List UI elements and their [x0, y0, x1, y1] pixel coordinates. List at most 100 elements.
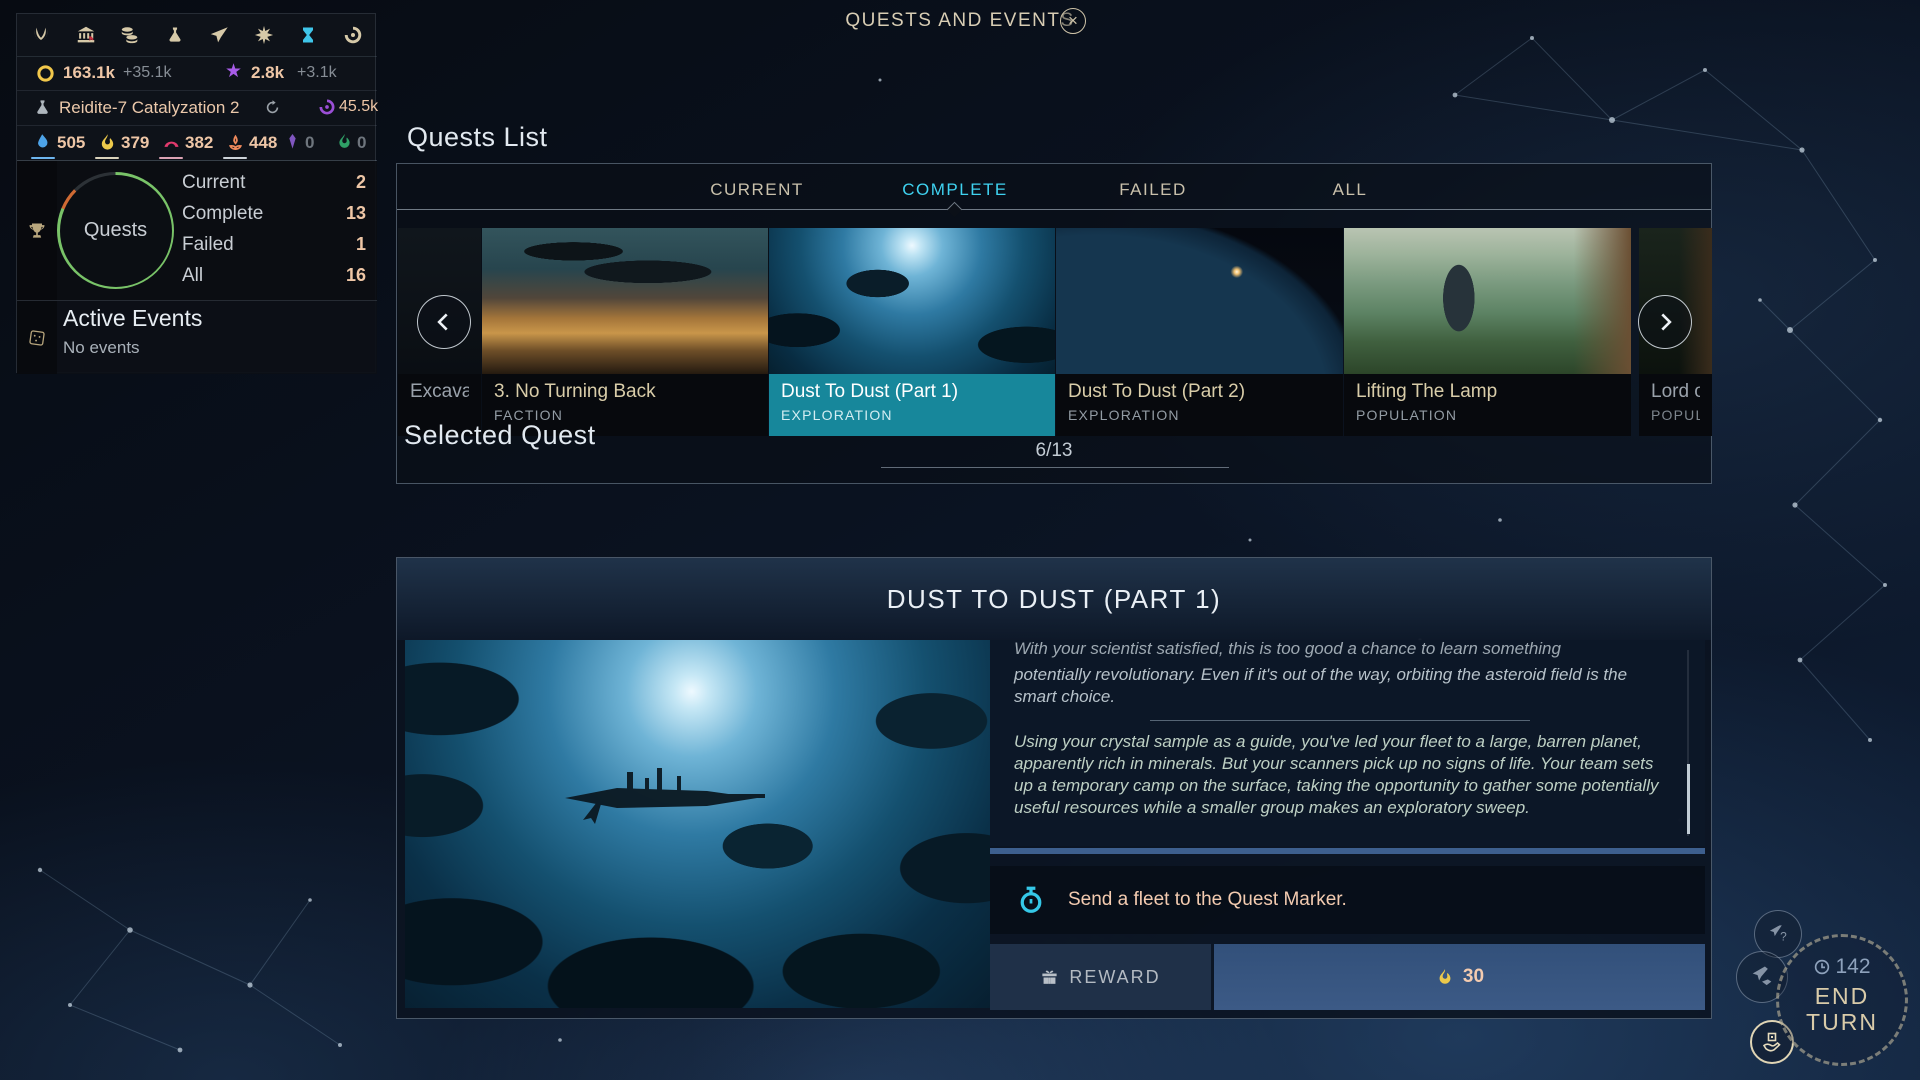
quest-description[interactable]: With your scientist satisfied, this is t… — [990, 640, 1705, 846]
dice-icon — [26, 327, 48, 349]
hyperium-flame-icon — [1435, 967, 1455, 987]
carousel-right-button[interactable] — [1638, 295, 1692, 349]
quest-filter-failed[interactable]: Failed 1 — [182, 229, 366, 260]
reward-button[interactable]: REWARD — [990, 944, 1211, 1010]
quest-filter-rows: Current 2 Complete 13 Failed 1 All 16 — [182, 167, 366, 291]
quest-card-thumbnail — [1056, 228, 1343, 374]
quest-description-clipped-line: With your scientist satisfied, this is t… — [1014, 640, 1665, 660]
ship-silhouette-icon — [557, 758, 767, 828]
wreath-icon[interactable] — [29, 23, 53, 47]
selected-quest-title: DUST TO DUST (PART 1) — [887, 584, 1221, 615]
science-alt-swirl-icon — [317, 97, 337, 117]
stopwatch-icon — [1016, 885, 1046, 915]
quest-filter-count: 2 — [356, 172, 366, 193]
dust-delta: +35.1k — [123, 64, 171, 82]
quadrinix-icon — [283, 132, 302, 151]
tab-failed[interactable]: FAILED — [1119, 180, 1187, 200]
active-events-title: Active Events — [63, 305, 202, 332]
influence-delta: +3.1k — [297, 64, 337, 82]
quests-list-heading: Quests List — [407, 122, 548, 153]
research-label[interactable]: Reidite-7 Catalyzation 2 — [59, 98, 239, 118]
chevron-left-icon — [431, 309, 457, 335]
quest-filter-label: Failed — [182, 234, 234, 256]
selected-quest-image — [405, 640, 990, 1008]
tab-all[interactable]: ALL — [1333, 180, 1368, 200]
titanium-underline — [31, 157, 55, 159]
carousel-left-button[interactable] — [417, 295, 471, 349]
tab-underline — [397, 209, 1711, 210]
quest-filter-count: 16 — [346, 265, 366, 286]
reward-label: REWARD — [1069, 967, 1160, 988]
end-turn-button[interactable]: 142 END TURN — [1776, 934, 1908, 1066]
quest-card-dust-to-dust-2[interactable]: Dust To Dust (Part 2) EXPLORATION — [1056, 228, 1343, 436]
quests-ring-label: Quests — [57, 172, 174, 289]
hyperium-value: 379 — [121, 133, 149, 153]
quest-card-title: Dust To Dust (Part 2) — [1068, 381, 1331, 403]
quest-card-title: 3. No Turning Back — [494, 381, 756, 403]
turn-number: 142 — [1835, 955, 1870, 979]
empire-menu-bar — [17, 14, 377, 57]
quest-card-lifting-the-lamp[interactable]: Lifting The Lamp POPULATION — [1344, 228, 1631, 436]
tab-complete[interactable]: COMPLETE — [902, 180, 1008, 200]
quest-filter-count: 13 — [346, 203, 366, 224]
tab-current[interactable]: CURRENT — [710, 180, 804, 200]
influence-star-icon: ★ — [225, 60, 242, 83]
adamantian-value: 382 — [185, 133, 213, 153]
economy-coins-icon[interactable] — [118, 23, 142, 47]
end-turn-label-line1: END — [1815, 983, 1870, 1009]
time-hourglass-icon[interactable] — [296, 23, 320, 47]
quest-filter-label: All — [182, 265, 203, 287]
quest-card-category: EXPLORATION — [781, 407, 1043, 423]
quest-card-thumbnail — [482, 228, 768, 374]
chevron-right-icon — [1652, 309, 1678, 335]
titanium-value: 505 — [57, 133, 85, 153]
close-button[interactable]: × — [1060, 8, 1086, 34]
quest-description-paragraph-2: Using your crystal sample as a guide, yo… — [1014, 731, 1665, 819]
influence-value: 2.8k — [251, 63, 284, 83]
dust-value: 163.1k — [63, 63, 115, 83]
orichalcix-icon — [335, 132, 354, 151]
game-screen: QUESTS AND EVENTS × — [0, 0, 1920, 1080]
quest-filter-current[interactable]: Current 2 — [182, 167, 366, 198]
quadrinix-value: 0 — [305, 133, 314, 153]
quest-card-thumbnail — [1344, 228, 1631, 374]
dust-coin-icon — [35, 63, 56, 84]
adamantian-icon — [161, 132, 182, 153]
active-events-empty: No events — [63, 338, 140, 358]
quest-summary-strip — [17, 161, 57, 300]
quest-description-paragraph-1: potentially revolutionary. Even if it's … — [1014, 664, 1665, 708]
quest-filter-count: 1 — [356, 234, 366, 255]
income-row: 163.1k +35.1k ★ 2.8k +3.1k — [17, 57, 377, 91]
antimatter-icon — [225, 132, 246, 153]
orichalcix-value: 0 — [357, 133, 366, 153]
description-divider — [1150, 720, 1530, 721]
empire-swirl-icon[interactable] — [341, 23, 365, 47]
selected-quest-panel: DUST TO DUST (PART 1) With your scientis… — [396, 557, 1712, 1019]
quest-card-title: Lifting The Lamp — [1356, 381, 1619, 403]
quest-filter-complete[interactable]: Complete 13 — [182, 198, 366, 229]
quests-donut-ring: Quests — [57, 172, 174, 289]
quest-filter-all[interactable]: All 16 — [182, 260, 366, 291]
quest-summary-widget: Quests Current 2 Complete 13 Failed 1 Al… — [17, 161, 377, 301]
research-row: Reidite-7 Catalyzation 2 45.5k — [17, 91, 377, 126]
quest-filter-label: Current — [182, 172, 245, 194]
quest-card-no-turning-back[interactable]: 3. No Turning Back FACTION — [482, 228, 768, 436]
government-icon[interactable] — [74, 23, 98, 47]
science-flask-icon[interactable] — [163, 23, 187, 47]
quest-card-category: POPULATION — [1356, 407, 1619, 423]
strategic-resources-row: 505 379 382 448 0 0 — [17, 126, 377, 161]
trophy-icon — [27, 221, 47, 241]
approval-sun-icon[interactable] — [252, 23, 276, 47]
adamantian-underline — [159, 157, 183, 159]
quest-card-title: Excava. — [410, 381, 469, 403]
research-repeat-icon[interactable] — [263, 98, 282, 117]
quest-card-title: Dust To Dust (Part 1) — [781, 381, 1043, 403]
clock-icon — [1813, 958, 1831, 976]
svg-text:?: ? — [1780, 930, 1787, 944]
antimatter-value: 448 — [249, 133, 277, 153]
pagination-underline — [881, 467, 1229, 468]
fleet-icon[interactable] — [207, 23, 231, 47]
description-scrollbar-thumb[interactable] — [1687, 764, 1690, 834]
hyperium-underline — [95, 157, 119, 159]
quest-card-dust-to-dust-1[interactable]: Dust To Dust (Part 1) EXPLORATION — [769, 228, 1055, 436]
